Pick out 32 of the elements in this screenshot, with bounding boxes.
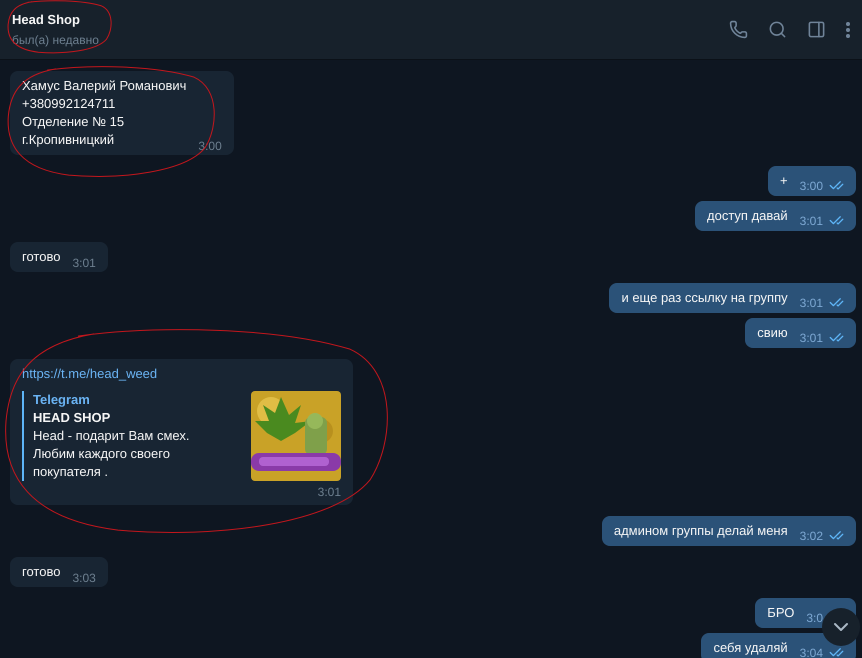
- message-time: 3:01: [800, 296, 823, 308]
- message-text: доступ давай: [707, 207, 788, 225]
- phone-icon: [729, 20, 748, 39]
- message-text: админом группы делай меня: [614, 522, 788, 540]
- message-text: свию: [757, 324, 788, 342]
- search-icon: [768, 20, 787, 39]
- message-text: готово: [22, 248, 60, 266]
- message-time: 3:01: [800, 332, 823, 344]
- call-button[interactable]: [727, 18, 750, 41]
- more-icon: [846, 22, 850, 38]
- chat-status: был(а) недавно: [12, 32, 99, 48]
- message-time: 3:01: [800, 214, 823, 226]
- preview-site: Telegram: [33, 391, 91, 409]
- message-text: +: [780, 172, 788, 190]
- message-time: 3:01: [318, 484, 341, 501]
- message-time: 3:00: [800, 180, 823, 192]
- message-text: готово: [22, 563, 60, 581]
- link[interactable]: https://t.me/head_weed: [22, 366, 158, 381]
- message-text: БРО: [767, 604, 794, 622]
- message-text: себя удаляй: [713, 639, 788, 657]
- preview-title: HEAD SHOP: [33, 409, 112, 427]
- message-time: 3:03: [72, 572, 96, 584]
- message-time: 3:04: [800, 646, 823, 658]
- message-time: 3:01: [72, 257, 96, 269]
- more-button[interactable]: [844, 20, 852, 40]
- message-time: 3:0: [806, 612, 823, 624]
- message-text: Хамус Валерий Романович +380992124711 Отделение № 15 г.Кропивницкий: [22, 77, 186, 149]
- message-text: и еще раз ссылку на группу: [621, 289, 788, 307]
- chat-title: Head Shop: [12, 10, 81, 28]
- message-time: 3:02: [800, 530, 823, 542]
- preview-description: Head - подарит Вам смех. Любим каждого своего покупателя .: [33, 427, 190, 481]
- side-panel-icon: [807, 20, 826, 39]
